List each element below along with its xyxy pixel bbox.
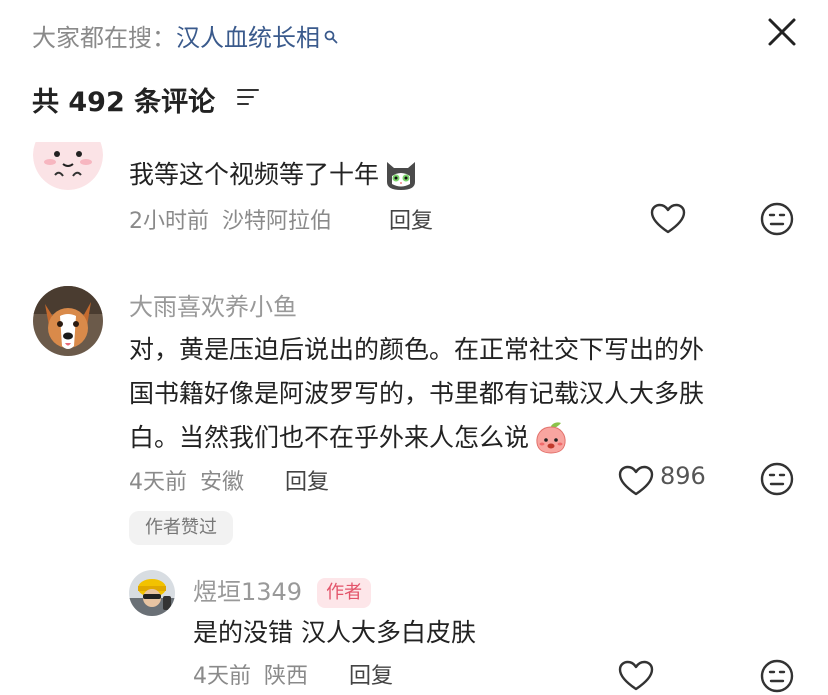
comment-text-line: 国书籍好像是阿波罗写的，书里都有记载汉人大多肤 — [129, 379, 705, 408]
comment-text: 是的没错 汉人大多白皮肤 — [193, 618, 476, 647]
reply-header: 煜垣1349 作者 — [193, 570, 372, 608]
search-keyword[interactable]: 汉人血统长相 — [176, 24, 320, 52]
comment-text-line: 白。当然我们也不在乎外来人怎么说 — [129, 419, 569, 457]
sort-icon[interactable] — [236, 86, 260, 108]
author-liked-badge: 作者赞过 — [129, 511, 233, 545]
cat-emoji-icon — [383, 156, 419, 192]
username[interactable]: 大雨喜欢养小鱼 — [129, 287, 297, 322]
comment-meta: 4天前 安徽 — [129, 464, 244, 496]
emoji-icon[interactable] — [760, 659, 794, 693]
comment-time: 4天前 — [193, 664, 251, 689]
username[interactable]: 煜垣1349 — [193, 578, 302, 606]
peach-emoji-icon — [533, 419, 569, 455]
reply-button[interactable]: 回复 — [285, 464, 329, 496]
avatar[interactable] — [33, 142, 103, 190]
comment-time: 2小时前 — [129, 209, 209, 234]
heart-icon[interactable] — [618, 465, 654, 497]
avatar[interactable] — [33, 286, 103, 356]
search-icon — [324, 22, 338, 44]
emoji-icon[interactable] — [760, 462, 794, 496]
search-prefix: 大家都在搜： — [32, 24, 176, 52]
reply-button[interactable]: 回复 — [349, 658, 393, 690]
comment-time: 4天前 — [129, 470, 187, 495]
comment-location: 沙特阿拉伯 — [222, 209, 333, 234]
close-icon[interactable] — [764, 14, 800, 50]
comment-meta: 2小时前 沙特阿拉伯 — [129, 203, 332, 235]
comment-text-line: 对，黄是压迫后说出的颜色。在正常社交下写出的外 — [129, 335, 705, 364]
avatar[interactable] — [129, 570, 175, 616]
heart-icon[interactable] — [618, 660, 654, 692]
comment-text: 我等这个视频等了十年 — [129, 156, 419, 194]
reply-button[interactable]: 回复 — [389, 203, 433, 235]
author-tag: 作者 — [317, 578, 372, 608]
heart-icon[interactable] — [650, 203, 686, 235]
search-suggestion[interactable]: 大家都在搜：汉人血统长相 — [32, 18, 338, 53]
like-count: 896 — [660, 462, 706, 490]
comment-count-title: 共 492 条评论 — [32, 87, 216, 118]
emoji-icon[interactable] — [760, 202, 794, 236]
comment-location: 陕西 — [264, 664, 309, 689]
comment-location: 安徽 — [200, 470, 245, 495]
comment-meta: 4天前 陕西 — [193, 658, 308, 690]
